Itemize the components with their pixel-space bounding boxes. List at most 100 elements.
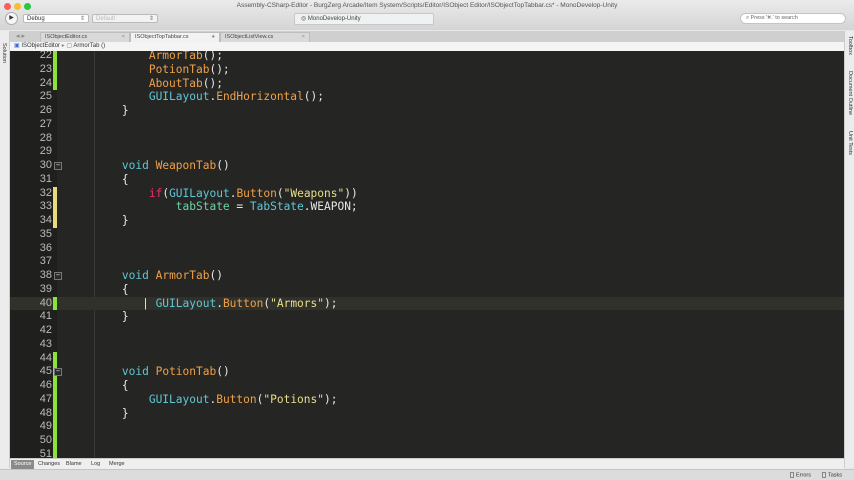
run-button[interactable]: ▶ — [5, 12, 18, 25]
code-line[interactable]: 27 — [10, 118, 844, 132]
code-line[interactable]: 34 } — [10, 214, 844, 228]
added-change-marker — [53, 296, 57, 311]
code-editor[interactable]: 22 ArmorTab(); 23 PotionTab(); 24 AboutTab… — [10, 51, 844, 458]
tab-blame[interactable]: Blame — [63, 460, 85, 469]
modified-dot-icon[interactable]: ● — [212, 33, 215, 42]
line-number: 50 — [39, 434, 52, 446]
code-line[interactable]: 47 GUILayout.Button("Potions"); — [10, 392, 844, 407]
line-number: 48 — [39, 406, 52, 419]
line-number: 33 — [39, 200, 52, 213]
tab-merge[interactable]: Merge — [106, 460, 128, 469]
code-line[interactable]: 30− void WeaponTab() — [10, 159, 844, 173]
tab-changes[interactable]: Changes — [35, 460, 63, 469]
tab-log[interactable]: Log — [88, 460, 103, 469]
added-change-marker — [53, 351, 57, 366]
line-number: 40 — [39, 296, 52, 309]
code-token: TabState — [249, 200, 304, 214]
code-line[interactable]: 44 — [10, 351, 844, 366]
breadcrumb-class[interactable]: ISObjectEditor — [21, 43, 60, 49]
code-token: "Potions" — [263, 392, 324, 406]
line-number: 41 — [39, 310, 52, 323]
code-line[interactable]: 32 if(GUILayout.Button("Weapons")) — [10, 186, 844, 201]
code-line[interactable]: 48 } — [10, 406, 844, 421]
added-change-marker — [53, 62, 57, 77]
code-token: () — [209, 269, 223, 282]
code-token: EndHorizontal — [216, 90, 304, 104]
close-tab-icon[interactable]: × — [302, 33, 305, 42]
tab-isobjecteditor[interactable]: ISObjectEditor.cs × — [40, 32, 130, 42]
platform-select[interactable]: Default ⇕ — [92, 14, 158, 23]
line-number: 37 — [39, 255, 52, 268]
configuration-select[interactable]: Debug ⇕ — [23, 14, 89, 23]
search-input[interactable]: ⌕ Press '⌘.' to search — [740, 13, 846, 24]
errors-button[interactable]: Errors — [790, 472, 811, 478]
code-token: { — [68, 172, 129, 186]
code-line[interactable]: 29 — [10, 145, 844, 159]
code-token: GUILayout — [148, 392, 210, 406]
pad-unit-tests[interactable]: Unit Tests — [847, 131, 853, 155]
code-text: ArmorTab(); — [68, 51, 223, 63]
fold-toggle-icon[interactable]: − — [54, 162, 62, 170]
code-line[interactable]: 49 — [10, 420, 844, 434]
code-text: | GUILayout.Button("Armors"); — [68, 297, 337, 311]
tab-isobjectlistview[interactable]: ISObjectListView.cs × — [220, 32, 310, 42]
fold-toggle-icon[interactable]: − — [54, 272, 62, 280]
code-token: { — [68, 282, 129, 296]
code-token: WeaponTab — [155, 159, 217, 172]
code-line[interactable]: 42 — [10, 324, 844, 338]
line-number: 39 — [39, 282, 52, 295]
line-number: 51 — [39, 447, 52, 458]
code-line[interactable]: 35 — [10, 228, 844, 242]
tab-isobjecttoptabbar[interactable]: ISObjectTopTabbar.cs ● — [130, 32, 220, 42]
modified-change-marker — [53, 186, 57, 201]
code-line[interactable]: 33 tabState = TabState.WEAPON; — [10, 200, 844, 214]
code-line[interactable]: 25 GUILayout.EndHorizontal(); — [10, 90, 844, 104]
code-text: if(GUILayout.Button("Weapons")) — [68, 187, 358, 201]
code-line[interactable]: 38− void ArmorTab() — [10, 269, 844, 283]
code-text: PotionTab(); — [68, 63, 230, 77]
configuration-value: Debug — [27, 16, 45, 22]
errors-label: Errors — [796, 472, 811, 479]
code-line[interactable]: 45− void PotionTab() — [10, 365, 844, 379]
code-line[interactable]: 23 PotionTab(); — [10, 62, 844, 77]
pad-document-outline[interactable]: Document Outline — [847, 71, 853, 115]
added-change-marker — [53, 447, 57, 458]
right-pad-bar: Toolbox Document Outline Unit Tests — [844, 31, 854, 468]
line-number: 32 — [39, 186, 52, 199]
code-line[interactable]: 22 ArmorTab(); — [10, 51, 844, 63]
code-token: } — [68, 214, 129, 227]
code-line[interactable]: 26 } — [10, 104, 844, 118]
code-token: if — [148, 186, 163, 200]
code-token: () — [216, 365, 230, 379]
code-line[interactable]: 50 — [10, 434, 844, 448]
line-number: 43 — [39, 337, 52, 350]
code-line[interactable]: 24 AboutTab(); — [10, 76, 844, 91]
code-line[interactable]: 40 | GUILayout.Button("Armors"); — [10, 296, 844, 311]
tab-nav-back-icon[interactable]: ◂ ▸ — [16, 32, 25, 40]
code-token: } — [68, 310, 129, 324]
code-line[interactable]: 51 — [10, 447, 844, 458]
pad-toolbox[interactable]: Toolbox — [847, 36, 853, 55]
tasks-button[interactable]: Tasks — [822, 472, 842, 478]
fold-toggle-icon[interactable]: − — [54, 368, 62, 377]
code-line[interactable]: 39 { — [10, 283, 844, 297]
code-line[interactable]: 41 } — [10, 310, 844, 324]
breadcrumb-member[interactable]: ArmorTab () — [73, 43, 105, 49]
close-tab-icon[interactable]: × — [122, 33, 125, 42]
code-line[interactable]: 37 — [10, 255, 844, 269]
code-line[interactable]: 43 — [10, 338, 844, 352]
code-text: void ArmorTab() — [68, 269, 223, 283]
code-line[interactable]: 36 — [10, 242, 844, 256]
code-token: GUILayout — [148, 90, 210, 104]
code-token: () — [216, 159, 230, 172]
code-line[interactable]: 46 { — [10, 379, 844, 393]
tab-source[interactable]: Source — [11, 460, 35, 469]
pad-solution[interactable]: Solution — [1, 43, 7, 63]
code-line[interactable]: 28 — [10, 132, 844, 146]
code-line[interactable]: 31 { — [10, 173, 844, 187]
modified-change-marker — [53, 200, 57, 214]
line-number: 25 — [39, 90, 52, 103]
code-token: (); — [303, 90, 324, 104]
tasks-icon — [822, 472, 826, 478]
